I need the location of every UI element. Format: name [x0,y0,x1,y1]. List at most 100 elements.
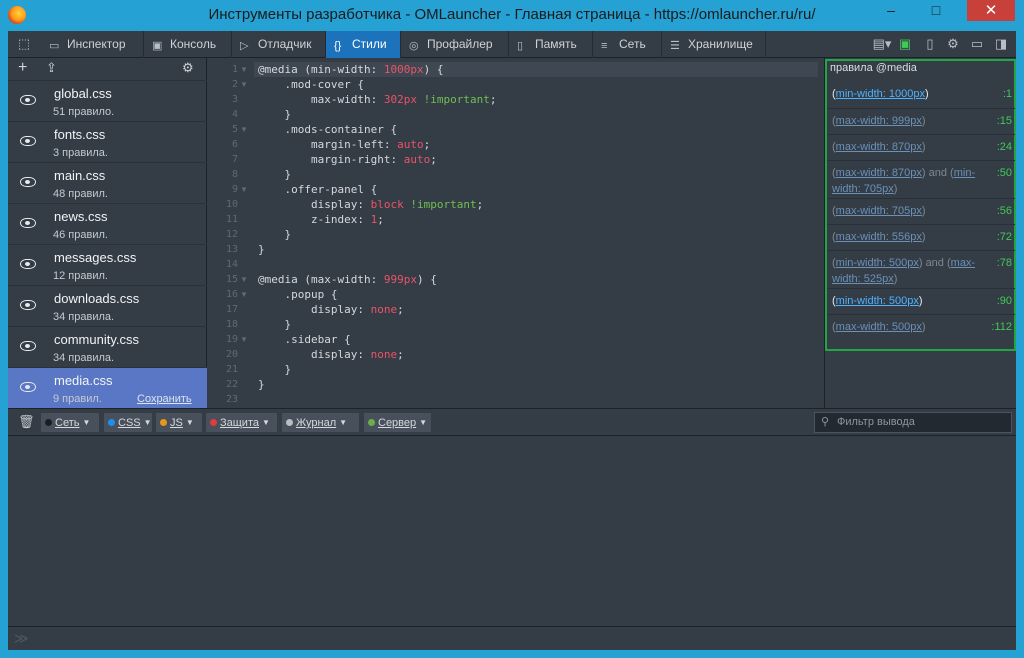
code-line: margin-right: auto; [258,153,437,166]
stylesheet-name: messages.css [54,250,137,265]
stylesheet-item[interactable]: fonts.css 3 правила. [8,121,207,162]
fold-arrow-icon[interactable]: ▼ [240,122,248,137]
media-rule-line[interactable]: :90 [997,293,1012,309]
line-number: 1 [231,64,238,75]
media-rule-condition[interactable]: (max-width: 500px) [832,319,982,335]
pick-element-icon[interactable]: ⬚ [16,36,32,52]
code-editor[interactable]: 1 ▼ 2 ▼ 3 4 5 ▼ 6 7 8 9 ▼ 10 11 12 13 14 15 ▼ 16 ▼ 17 18 19 ▼ 20 21… [208,58,824,408]
media-rule-line[interactable]: :72 [997,229,1012,245]
stylesheet-item[interactable]: global.css 51 правило. [8,80,207,121]
layout-menu-icon[interactable]: ▤▾ [870,36,894,52]
console-filter-button[interactable]: Журнал ▼ [282,413,359,432]
eye-icon[interactable] [20,177,36,187]
media-rule-line[interactable]: :24 [997,139,1012,155]
media-rule-item[interactable]: (max-width: 705px) :56 [827,198,1015,224]
media-rule-item[interactable]: (min-width: 500px) and (max-width: 525px… [827,250,1015,288]
line-number: 4 [231,109,238,120]
eye-icon[interactable] [20,382,36,392]
code-line: .popup { [258,288,338,301]
storage-icon: ☰ [670,40,680,52]
fold-arrow-icon[interactable]: ▼ [240,287,248,302]
new-stylesheet-icon[interactable]: + [18,59,27,77]
chevron-down-icon: ▼ [339,418,348,427]
tab-network[interactable]: ≡ Сеть [593,31,662,58]
tab-profiler[interactable]: ◎ Профайлер [401,31,509,58]
fold-arrow-icon[interactable]: ▼ [240,332,248,347]
console-filter-button[interactable]: CSS ▼ [104,413,152,432]
media-rule-item[interactable]: (max-width: 870px) :24 [827,134,1015,160]
media-rule-line[interactable]: :112 [991,319,1012,335]
media-rule-condition[interactable]: (min-width: 500px) [832,293,982,309]
tab-inspector[interactable]: ▭ Инспектор [41,31,144,58]
line-number: 17 [225,304,238,315]
stylesheet-item[interactable]: downloads.css 34 правила. [8,285,207,326]
console-filter-button[interactable]: JS ▼ [156,413,202,432]
stylesheet-item[interactable]: community.css 34 правила. [8,326,207,367]
fold-arrow-icon[interactable]: ▼ [240,272,248,287]
close-button[interactable]: ✕ [967,0,1015,21]
fold-arrow-icon[interactable]: ▼ [240,182,248,197]
media-rule-line[interactable]: :1 [1003,86,1012,102]
media-rule-item[interactable]: (max-width: 870px) and (min-width: 705px… [827,160,1015,198]
media-rule-condition[interactable]: (max-width: 705px) [832,203,982,219]
media-rule-condition[interactable]: (min-width: 500px) and (max-width: 525px… [832,255,982,287]
line-number: 22 [225,379,238,390]
import-stylesheet-icon[interactable]: ⇪ [46,59,57,77]
tab-console[interactable]: ▣ Консоль [144,31,232,58]
eye-icon[interactable] [20,218,36,228]
stylesheet-item[interactable]: messages.css 12 правил. [8,244,207,285]
responsive-design-icon[interactable]: ▯ [922,36,938,52]
media-rule-line[interactable]: :50 [997,165,1012,181]
rule-count: 12 правил. [53,270,108,282]
media-rule-item[interactable]: (max-width: 556px) :72 [827,224,1015,250]
media-rule-line[interactable]: :15 [997,113,1012,129]
fold-arrow-icon[interactable]: ▼ [240,77,248,92]
rule-count: 34 правила. [53,311,115,323]
split-console-icon[interactable]: ▣ [897,36,913,52]
console-filter-button[interactable]: Защита ▼ [206,413,277,432]
tab-style-editor[interactable]: {} Стили [326,31,401,58]
media-rule-condition[interactable]: (max-width: 556px) [832,229,982,245]
media-rule-condition[interactable]: (max-width: 870px) [832,139,982,155]
media-rule-condition[interactable]: (max-width: 999px) [832,113,982,129]
media-rule-line[interactable]: :56 [997,203,1012,219]
eye-icon[interactable] [20,136,36,146]
filter-label: Сервер [378,417,417,429]
settings-gear-icon[interactable]: ⚙ [945,36,961,52]
line-number: 16 [225,289,238,300]
media-rule-condition[interactable]: (max-width: 870px) and (min-width: 705px… [832,165,982,197]
filter-output-input[interactable]: ⚲ Фильтр вывода [814,412,1012,433]
stylesheet-item[interactable]: main.css 48 правил. [8,162,207,203]
media-rule-item[interactable]: (min-width: 500px) :90 [827,288,1015,314]
clear-console-icon[interactable]: 🗑 [18,414,35,430]
media-rule-condition[interactable]: (min-width: 1000px) [832,86,982,102]
console-toolbar: 🗑 Сеть ▼ CSS ▼ JS ▼ Защита ▼ Журнал ▼ Сервер ▼ ⚲ Фи… [8,408,1016,436]
dock-bottom-icon[interactable]: ▭ [969,36,985,52]
tab-debugger[interactable]: ▷ Отладчик [232,31,326,58]
stylesheet-item-selected[interactable]: media.css 9 правил. Сохранить [8,367,207,408]
minimize-button[interactable]: – [876,0,906,21]
eye-icon[interactable] [20,341,36,351]
console-input[interactable]: ≫ [8,626,1016,650]
console-filter-button[interactable]: Сервер ▼ [364,413,431,432]
media-rule-item[interactable]: (max-width: 999px) :15 [827,108,1015,134]
fold-arrow-icon[interactable]: ▼ [240,62,248,77]
network-icon: ≡ [601,40,608,52]
media-rule-item[interactable]: (min-width: 1000px) :1 [827,82,1015,108]
sidebar-settings-icon[interactable]: ⚙ [182,59,194,77]
media-rule-line[interactable]: :78 [997,255,1012,271]
eye-icon[interactable] [20,95,36,105]
tab-storage[interactable]: ☰ Хранилище [662,31,766,58]
rule-count: 46 правил. [53,229,108,241]
maximize-button[interactable]: □ [921,0,951,21]
save-link[interactable]: Сохранить [137,393,192,405]
console-filter-button[interactable]: Сеть ▼ [41,413,99,432]
stylesheet-item[interactable]: news.css 46 правил. [8,203,207,244]
tab-memory[interactable]: ▯ Память [509,31,593,58]
eye-icon[interactable] [20,259,36,269]
media-rule-item[interactable]: (max-width: 500px) :112 [827,314,1015,340]
eye-icon[interactable] [20,300,36,310]
console-output [8,436,1016,626]
dock-side-icon[interactable]: ◨ [993,36,1009,52]
debugger-icon: ▷ [240,40,249,52]
